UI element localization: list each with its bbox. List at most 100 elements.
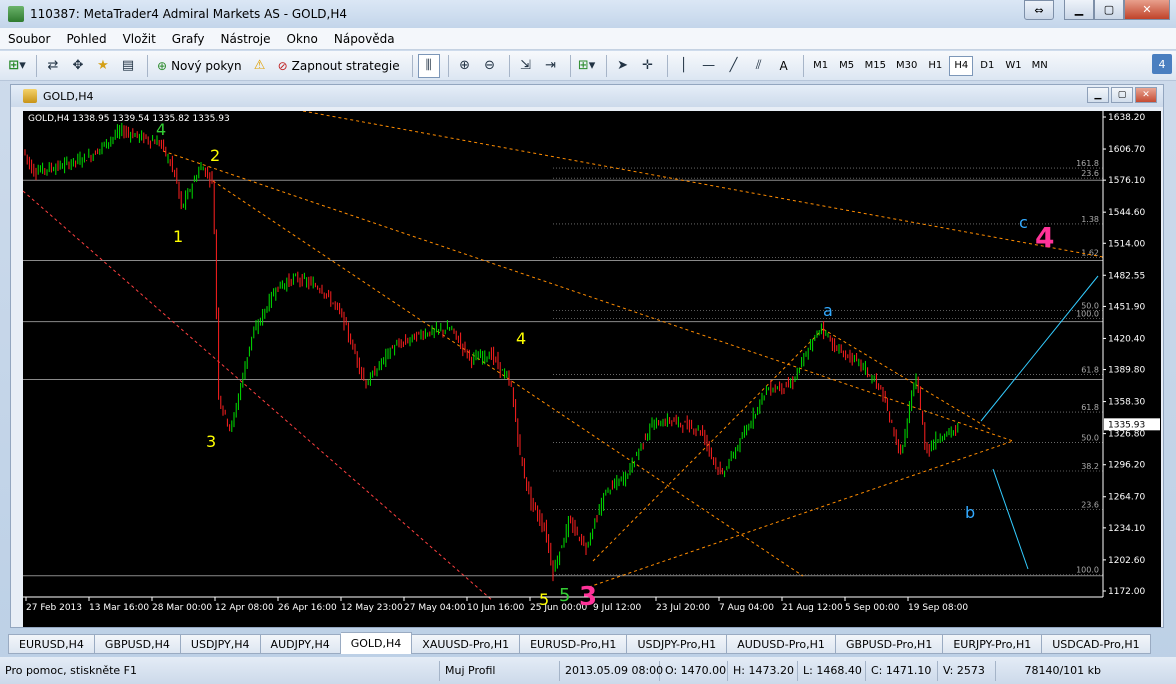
- menu-insert[interactable]: Vložit: [123, 32, 156, 46]
- new-chart-icon[interactable]: ⊞ ▾: [6, 54, 28, 78]
- chart-window-title: GOLD,H4: [43, 89, 94, 103]
- tf-h4[interactable]: H4: [949, 55, 974, 76]
- trendline[interactable]: [302, 110, 1104, 258]
- menu-tools[interactable]: Nástroje: [221, 32, 271, 46]
- trendline[interactable]: [212, 180, 804, 577]
- fibo-label: 1.38: [1081, 215, 1099, 224]
- autotrading-icon: ⊘: [277, 58, 288, 73]
- chart-tab[interactable]: AUDUSD-Pro,H1: [727, 634, 836, 654]
- chart-tab[interactable]: AUDJPY,H4: [260, 634, 341, 654]
- trendline[interactable]: [582, 440, 1014, 590]
- chart-tab[interactable]: USDCAD-Pro,H1: [1042, 634, 1151, 654]
- menu-help[interactable]: Nápověda: [334, 32, 395, 46]
- chart-tab[interactable]: XAUUSD-Pro,H1: [412, 634, 521, 654]
- chart-tab[interactable]: EURUSD-Pro,H1: [520, 634, 628, 654]
- metaeditor-icon[interactable]: ⚠: [249, 54, 271, 78]
- chart-minimize-button[interactable]: ▁: [1087, 87, 1109, 103]
- status-open: O: 1470.00: [660, 660, 728, 681]
- navigator-icon[interactable]: ✥: [67, 54, 89, 78]
- chart-tab[interactable]: GBPUSD-Pro,H1: [835, 634, 944, 654]
- chart-close-button[interactable]: ✕: [1135, 87, 1157, 103]
- tf-mn[interactable]: MN: [1028, 56, 1052, 76]
- chart-tab[interactable]: USDJPY,H4: [180, 634, 261, 654]
- favorites-icon[interactable]: ★: [92, 54, 114, 78]
- chart-area[interactable]: 161.8 23.6 1.38 1.62 50.0 100.0 61.8 61.8 50.0 38…: [22, 110, 1161, 627]
- tf-h1[interactable]: H1: [923, 56, 947, 76]
- price-label: 1389.80: [1108, 366, 1145, 376]
- projection-line[interactable]: [980, 275, 1099, 422]
- autoscroll-icon[interactable]: ⇲: [515, 54, 537, 78]
- price-label: 1514.00: [1108, 239, 1145, 249]
- cursor-icon[interactable]: ➤: [612, 54, 634, 78]
- bar-chart-icon[interactable]: ⫼: [417, 53, 440, 78]
- vertical-line-icon[interactable]: │: [673, 54, 695, 78]
- status-traffic: 78140/101 kb: [1024, 664, 1101, 677]
- time-label: 13 Mar 16:00: [89, 603, 149, 613]
- chart-tab[interactable]: EURJPY-Pro,H1: [943, 634, 1043, 654]
- autotrading-button[interactable]: ⊘ Zapnout strategie: [274, 54, 404, 78]
- maximize-button[interactable]: ▢: [1094, 0, 1124, 20]
- chart-maximize-button[interactable]: ▢: [1111, 87, 1133, 103]
- menu-window[interactable]: Okno: [287, 32, 318, 46]
- wave-label-5-green: 5: [559, 585, 570, 606]
- price-label: 1172.00: [1108, 587, 1145, 597]
- channel-icon[interactable]: ⫽: [748, 54, 770, 78]
- channel-line[interactable]: [22, 190, 494, 602]
- time-label: 10 Jun 16:00: [467, 603, 524, 613]
- crosshair-icon[interactable]: ✛: [637, 54, 659, 78]
- tf-m15[interactable]: M15: [861, 56, 890, 76]
- tf-m5[interactable]: M5: [835, 56, 859, 76]
- price-label: 1326.80: [1108, 430, 1145, 440]
- chart-tab[interactable]: USDJPY-Pro,H1: [627, 634, 728, 654]
- terminal-icon[interactable]: ▤: [117, 54, 139, 78]
- fibo-label: 61.8: [1081, 365, 1099, 374]
- wave-label-3-pink: 3: [579, 582, 597, 612]
- tf-m30[interactable]: M30: [892, 56, 921, 76]
- time-label: 12 May 23:00: [341, 603, 403, 613]
- market-watch-icon[interactable]: ⇄: [42, 54, 64, 78]
- zoom-in-icon[interactable]: ⊕: [454, 54, 476, 78]
- chart-tab[interactable]: GBPUSD,H4: [94, 634, 181, 654]
- chart-window-icon: [23, 89, 37, 103]
- status-help: Pro pomoc, stiskněte F1: [0, 660, 440, 681]
- wave-label-4-pink: 4: [1035, 221, 1054, 254]
- status-profile[interactable]: Muj Profil: [440, 660, 560, 681]
- price-label: 1264.70: [1108, 493, 1145, 503]
- restore-layout-button[interactable]: ⇔: [1024, 0, 1054, 20]
- tf-m1[interactable]: M1: [809, 56, 833, 76]
- price-label: 1296.20: [1108, 461, 1145, 471]
- tf-w1[interactable]: W1: [1001, 56, 1025, 76]
- chart-tab[interactable]: EURUSD,H4: [8, 634, 95, 654]
- text-tool-button[interactable]: A: [773, 54, 795, 78]
- new-order-icon: ⊕: [157, 58, 168, 73]
- trendline[interactable]: [592, 328, 824, 562]
- chart-tab[interactable]: GOLD,H4: [340, 632, 413, 654]
- time-label: 28 Mar 00:00: [152, 603, 212, 613]
- projection-line[interactable]: [992, 468, 1029, 570]
- zoom-out-icon[interactable]: ⊖: [479, 54, 501, 78]
- menu-charts[interactable]: Grafy: [172, 32, 205, 46]
- wave-label-1: 1: [173, 227, 183, 246]
- chart-window-titlebar: GOLD,H4 ▁ ▢ ✕: [11, 85, 1163, 107]
- wave-label-c: c: [1019, 213, 1028, 232]
- fibo-label: 23.6: [1081, 501, 1099, 510]
- chart-shift-icon[interactable]: ⇥: [540, 54, 562, 78]
- indicators-icon[interactable]: ⊞ ▾: [576, 54, 598, 78]
- new-order-button[interactable]: ⊕ Nový pokyn: [153, 54, 246, 78]
- trendline-icon[interactable]: ╱: [723, 54, 745, 78]
- fibo-label: 100.0: [1076, 310, 1099, 319]
- price-label: 1482.55: [1108, 271, 1145, 281]
- notification-badge[interactable]: 4: [1152, 54, 1172, 74]
- wave-label-b: b: [965, 503, 975, 522]
- tf-d1[interactable]: D1: [975, 56, 999, 76]
- horizontal-line-icon[interactable]: —: [698, 54, 720, 78]
- close-button[interactable]: ✕: [1124, 0, 1170, 20]
- menu-file[interactable]: Soubor: [8, 32, 50, 46]
- price-chart[interactable]: 161.823.61.381.6250.0100.061.861.850.038…: [22, 110, 1161, 627]
- menu-view[interactable]: Pohled: [66, 32, 106, 46]
- minimize-button[interactable]: ▁: [1064, 0, 1094, 20]
- fibo-label: 161.8: [1076, 159, 1099, 168]
- wave-label-4-green: 4: [156, 120, 166, 139]
- price-label: 1606.70: [1108, 145, 1145, 155]
- price-label: 1451.90: [1108, 302, 1145, 312]
